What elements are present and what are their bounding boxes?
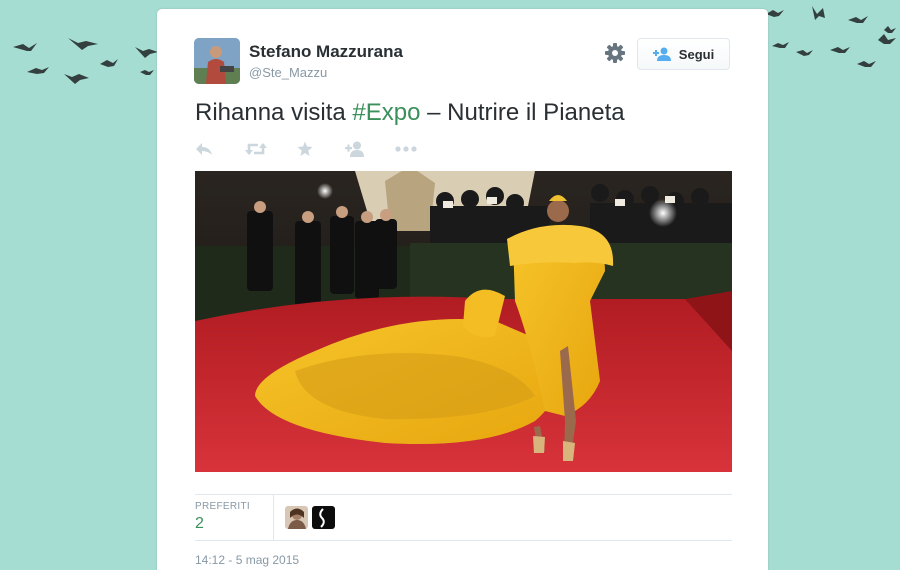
stats-top-divider	[195, 494, 732, 495]
favoriter-avatar[interactable]	[312, 506, 335, 529]
gear-icon[interactable]	[604, 42, 626, 64]
bird-shape	[68, 38, 98, 50]
follow-label: Segui	[678, 46, 715, 62]
bird-shape	[848, 16, 868, 23]
bird-shape	[135, 47, 158, 58]
bird-shape	[884, 26, 896, 33]
retweet-icon[interactable]	[245, 140, 267, 158]
stats-vertical-divider	[273, 494, 274, 540]
bird-shape	[857, 61, 876, 67]
author-handle[interactable]: @Ste_Mazzu	[249, 65, 327, 80]
author-avatar[interactable]	[194, 38, 240, 84]
follow-button[interactable]: Segui	[637, 38, 730, 70]
bird-shape	[100, 59, 118, 67]
bird-shape	[64, 74, 89, 84]
tweet-timestamp[interactable]: 14:12 - 5 mag 2015	[195, 553, 299, 567]
favorites-label: PREFERITI	[195, 501, 250, 512]
bird-shape	[796, 50, 813, 56]
bird-shape	[13, 43, 37, 51]
add-user-icon	[652, 47, 671, 61]
author-name[interactable]: Stefano Mazzurana	[249, 42, 403, 62]
bird-shape	[772, 42, 789, 48]
stats-bottom-divider	[195, 540, 732, 541]
favorite-icon[interactable]	[297, 140, 313, 158]
bird-shape	[766, 10, 784, 17]
bird-shape	[27, 67, 49, 74]
hashtag-link[interactable]: #Expo	[352, 99, 420, 126]
bird-shape	[830, 47, 850, 53]
bird-shape	[878, 34, 896, 44]
tweet-text-before: Rihanna visita	[195, 99, 353, 126]
favorites-count[interactable]: 2	[195, 515, 204, 533]
tweet-photo[interactable]	[195, 171, 732, 472]
reply-icon[interactable]	[195, 140, 213, 158]
tweet-card: Stefano Mazzurana @Ste_Mazzu Segui Rihan…	[157, 9, 768, 570]
bird-shape	[812, 6, 825, 20]
more-icon[interactable]	[395, 140, 417, 158]
tweet-text-after: – Nutrire il Pianeta	[420, 99, 625, 126]
follow-icon[interactable]	[345, 140, 365, 158]
bird-shape	[140, 70, 154, 75]
tweet-text: Rihanna visita #Expo – Nutrire il Pianet…	[195, 99, 625, 127]
favoriter-avatar[interactable]	[285, 506, 308, 529]
